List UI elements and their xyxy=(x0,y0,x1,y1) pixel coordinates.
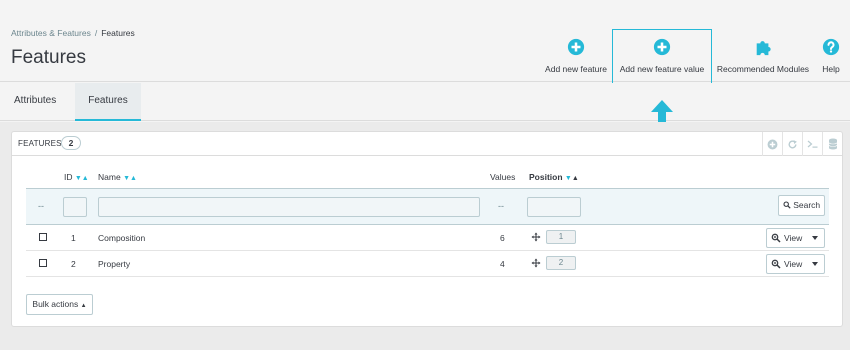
question-circle-icon xyxy=(822,38,840,56)
table-row[interactable]: 2 Property 4 2 View xyxy=(26,251,829,277)
filter-id-input[interactable] xyxy=(63,197,87,217)
sort-icon[interactable]: ▼▲ xyxy=(123,175,137,182)
column-position-label: Position xyxy=(529,172,563,182)
search-label: Search xyxy=(793,200,821,210)
chevron-down-icon[interactable] xyxy=(812,236,818,240)
page-header: Attributes & Features / Features Features … xyxy=(0,0,850,90)
breadcrumb-separator: / xyxy=(94,28,98,38)
plus-circle-icon xyxy=(653,38,671,56)
bulk-actions-label: Bulk actions xyxy=(32,299,79,309)
breadcrumb-parent[interactable]: Attributes & Features xyxy=(11,28,91,38)
add-new-feature-value-label: Add new feature value xyxy=(619,64,705,74)
sort-active-icon[interactable]: ▲ xyxy=(572,175,579,182)
row-name[interactable]: Composition xyxy=(98,233,145,243)
column-header-position[interactable]: Position ▼▲ xyxy=(529,172,579,182)
panel-header: Features 2 xyxy=(12,132,842,156)
row-id: 1 xyxy=(71,233,76,243)
add-new-feature-button[interactable]: Add new feature xyxy=(540,38,612,74)
column-header-name[interactable]: Name ▼▲ xyxy=(98,172,137,182)
chevron-down-icon[interactable] xyxy=(812,262,818,266)
features-panel: Features 2 ID ▼▲ Name ▼▲ Values Position… xyxy=(11,131,843,327)
tab-attributes[interactable]: Attributes xyxy=(0,83,70,121)
drag-move-icon[interactable] xyxy=(531,231,541,243)
filter-row: -- -- Search xyxy=(26,188,829,225)
add-new-feature-value-button[interactable]: Add new feature value xyxy=(612,29,712,90)
help-button[interactable]: Help xyxy=(816,38,846,74)
table-row[interactable]: 1 Composition 6 1 View xyxy=(26,225,829,251)
recommended-modules-label: Recommended Modules xyxy=(716,64,810,74)
page-title: Features xyxy=(11,47,86,68)
plus-circle-icon xyxy=(567,38,585,56)
puzzle-icon xyxy=(756,41,771,56)
refresh-icon[interactable] xyxy=(782,132,802,156)
terminal-icon[interactable] xyxy=(802,132,822,156)
filter-placeholder: -- xyxy=(38,201,44,211)
filter-values-placeholder: -- xyxy=(498,201,504,211)
panel-title: Features xyxy=(18,139,62,148)
sort-icon[interactable]: ▼ xyxy=(565,175,572,182)
row-values: 6 xyxy=(500,233,505,243)
filter-position-input[interactable] xyxy=(527,197,581,217)
view-label: View xyxy=(784,233,803,243)
sort-icon[interactable]: ▼▲ xyxy=(75,175,89,182)
breadcrumb-current: Features xyxy=(101,28,135,38)
row-checkbox[interactable] xyxy=(39,233,47,241)
drag-move-icon[interactable] xyxy=(531,257,541,269)
recommended-modules-button[interactable]: Recommended Modules xyxy=(713,38,813,74)
tab-features[interactable]: Features xyxy=(75,83,141,121)
database-icon[interactable] xyxy=(822,132,842,156)
add-icon[interactable] xyxy=(762,132,782,156)
column-values-label: Values xyxy=(490,172,516,182)
help-label: Help xyxy=(822,64,840,74)
view-label: View xyxy=(784,259,803,269)
bulk-actions-button[interactable]: Bulk actions ▲ xyxy=(26,294,93,315)
tab-bar: Attributes Features xyxy=(0,83,850,121)
column-name-label: Name xyxy=(98,172,121,182)
column-header-id[interactable]: ID ▼▲ xyxy=(64,172,89,182)
column-header-values: Values xyxy=(490,172,515,182)
add-new-feature-label: Add new feature xyxy=(545,64,607,74)
view-button[interactable]: View xyxy=(766,254,825,274)
count-badge: 2 xyxy=(61,136,81,150)
filter-name-input[interactable] xyxy=(98,197,480,217)
zoom-in-icon xyxy=(771,259,781,269)
row-id: 2 xyxy=(71,259,76,269)
position-field: 2 xyxy=(546,256,576,270)
zoom-in-icon xyxy=(771,233,781,243)
position-field: 1 xyxy=(546,230,576,244)
search-button[interactable]: Search xyxy=(778,195,825,216)
caret-up-icon: ▲ xyxy=(80,303,87,309)
row-name[interactable]: Property xyxy=(98,259,130,269)
view-button[interactable]: View xyxy=(766,228,825,248)
row-checkbox[interactable] xyxy=(39,259,47,267)
row-values: 4 xyxy=(500,259,505,269)
breadcrumb: Attributes & Features / Features xyxy=(11,28,135,38)
search-icon xyxy=(783,201,791,209)
column-id-label: ID xyxy=(64,172,73,182)
